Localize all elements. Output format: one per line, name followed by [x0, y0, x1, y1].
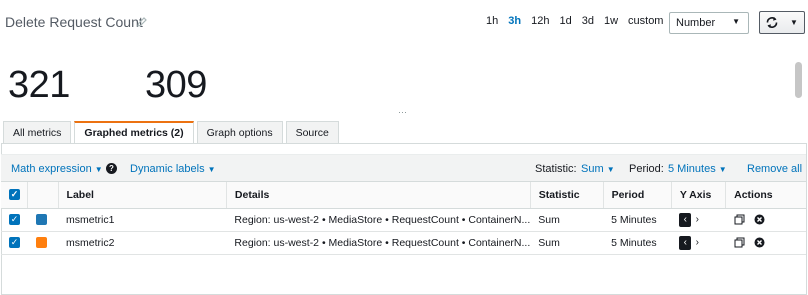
range-3h[interactable]: 3h [508, 15, 521, 27]
label-cell[interactable]: msmetric2 [58, 231, 227, 255]
actions-header: Actions [725, 182, 806, 209]
caret-down-icon: ▼ [732, 17, 740, 26]
period-cell[interactable]: 5 Minutes [603, 208, 672, 232]
details-header[interactable]: Details [226, 182, 531, 209]
statistic-header[interactable]: Statistic [530, 182, 604, 209]
math-expression-dropdown[interactable]: Math expression ▼ [11, 163, 103, 175]
axis-left-button[interactable]: ‹ [679, 235, 692, 250]
chevron-down-icon: ▼ [94, 165, 103, 174]
metrics-table: ✓ Label Details Statistic Period Y Axis … [1, 182, 806, 255]
color-header [27, 182, 59, 209]
axis-right-button[interactable]: › [691, 213, 703, 227]
range-1h[interactable]: 1h [486, 15, 498, 27]
statistic-cell[interactable]: Sum [530, 231, 604, 255]
color-cell [27, 208, 59, 232]
widget-type-select[interactable]: Number ▼ [669, 12, 749, 34]
select-all-cell: ✓ [1, 182, 29, 209]
statistic-cell[interactable]: Sum [530, 208, 604, 232]
yaxis-cell: ‹ › [671, 231, 726, 255]
resize-grip-icon[interactable]: ⋯ [398, 107, 408, 118]
table-header-row: ✓ Label Details Statistic Period Y Axis … [1, 182, 806, 209]
metrics-toolbar: Math expression ▼ ? Dynamic labels ▼ Sta… [1, 154, 806, 182]
row-select-cell: ✓ [1, 208, 28, 232]
widget-type-value: Number [676, 17, 716, 29]
label-cell[interactable]: msmetric1 [58, 208, 227, 232]
table-row: ✓ msmetric2 Region: us-west-2 • MediaSto… [1, 231, 806, 255]
actions-cell [725, 231, 806, 255]
row-select-cell: ✓ [1, 231, 28, 255]
color-swatch[interactable] [35, 237, 47, 249]
tab-graphed-metrics[interactable]: Graphed metrics (2) [74, 121, 194, 144]
remove-icon[interactable] [754, 237, 765, 248]
refresh-icon [766, 17, 778, 28]
color-cell [27, 231, 59, 255]
axis-right-button[interactable]: › [691, 236, 703, 250]
range-1w[interactable]: 1w [604, 15, 618, 27]
period-cell[interactable]: 5 Minutes [603, 231, 672, 255]
remove-all-link[interactable]: Remove all [747, 163, 802, 175]
refresh-button[interactable] [759, 11, 785, 34]
period-value: 5 Minutes [668, 163, 716, 175]
range-3d[interactable]: 3d [582, 15, 594, 27]
tab-bar: All metrics Graphed metrics (2) Graph op… [3, 121, 342, 144]
edit-title-icon[interactable] [136, 16, 147, 28]
table-row: ✓ msmetric1 Region: us-west-2 • MediaSto… [1, 208, 806, 232]
widget-title: Delete Request Count [5, 14, 143, 30]
caret-down-icon: ▼ [790, 18, 798, 27]
statistic-label: Statistic: [535, 163, 577, 175]
dynamic-labels-dropdown[interactable]: Dynamic labels ▼ [130, 163, 216, 175]
refresh-options-button[interactable]: ▼ [784, 11, 805, 34]
range-1d[interactable]: 1d [559, 15, 571, 27]
chevron-down-icon: ▼ [606, 165, 615, 174]
duplicate-icon[interactable] [734, 237, 745, 248]
duplicate-icon[interactable] [734, 214, 745, 225]
color-swatch[interactable] [35, 214, 47, 226]
yaxis-cell: ‹ › [671, 208, 726, 232]
period-header[interactable]: Period [603, 182, 672, 209]
axis-left-button[interactable]: ‹ [679, 212, 692, 227]
tab-all-metrics[interactable]: All metrics [3, 121, 72, 143]
metric-value-1: 321 [8, 64, 70, 106]
statistic-value: Sum [581, 163, 604, 175]
dynamic-labels-label: Dynamic labels [130, 163, 205, 175]
yaxis-header: Y Axis [671, 182, 727, 209]
details-cell: Region: us-west-2 • MediaStore • Request… [226, 231, 531, 255]
scrollbar-thumb[interactable] [795, 62, 802, 98]
chevron-down-icon: ▼ [718, 165, 727, 174]
statistic-dropdown[interactable]: Sum ▼ [581, 163, 615, 175]
range-custom-label: custom [628, 15, 664, 27]
label-header[interactable]: Label [58, 182, 227, 209]
actions-cell [725, 208, 806, 232]
tab-source[interactable]: Source [285, 121, 339, 143]
row-checkbox[interactable]: ✓ [9, 237, 20, 249]
range-12h[interactable]: 12h [531, 15, 549, 27]
details-cell: Region: us-west-2 • MediaStore • Request… [226, 208, 531, 232]
period-dropdown[interactable]: 5 Minutes ▼ [668, 163, 727, 175]
metric-value-2: 309 [145, 64, 207, 106]
row-checkbox[interactable]: ✓ [9, 214, 20, 226]
tab-graph-options[interactable]: Graph options [196, 121, 283, 143]
chevron-down-icon: ▼ [207, 165, 216, 174]
select-all-checkbox[interactable]: ✓ [9, 189, 20, 201]
math-expression-label: Math expression [11, 163, 92, 175]
help-icon[interactable]: ? [106, 163, 117, 174]
period-label: Period: [629, 163, 664, 175]
remove-icon[interactable] [754, 214, 765, 225]
